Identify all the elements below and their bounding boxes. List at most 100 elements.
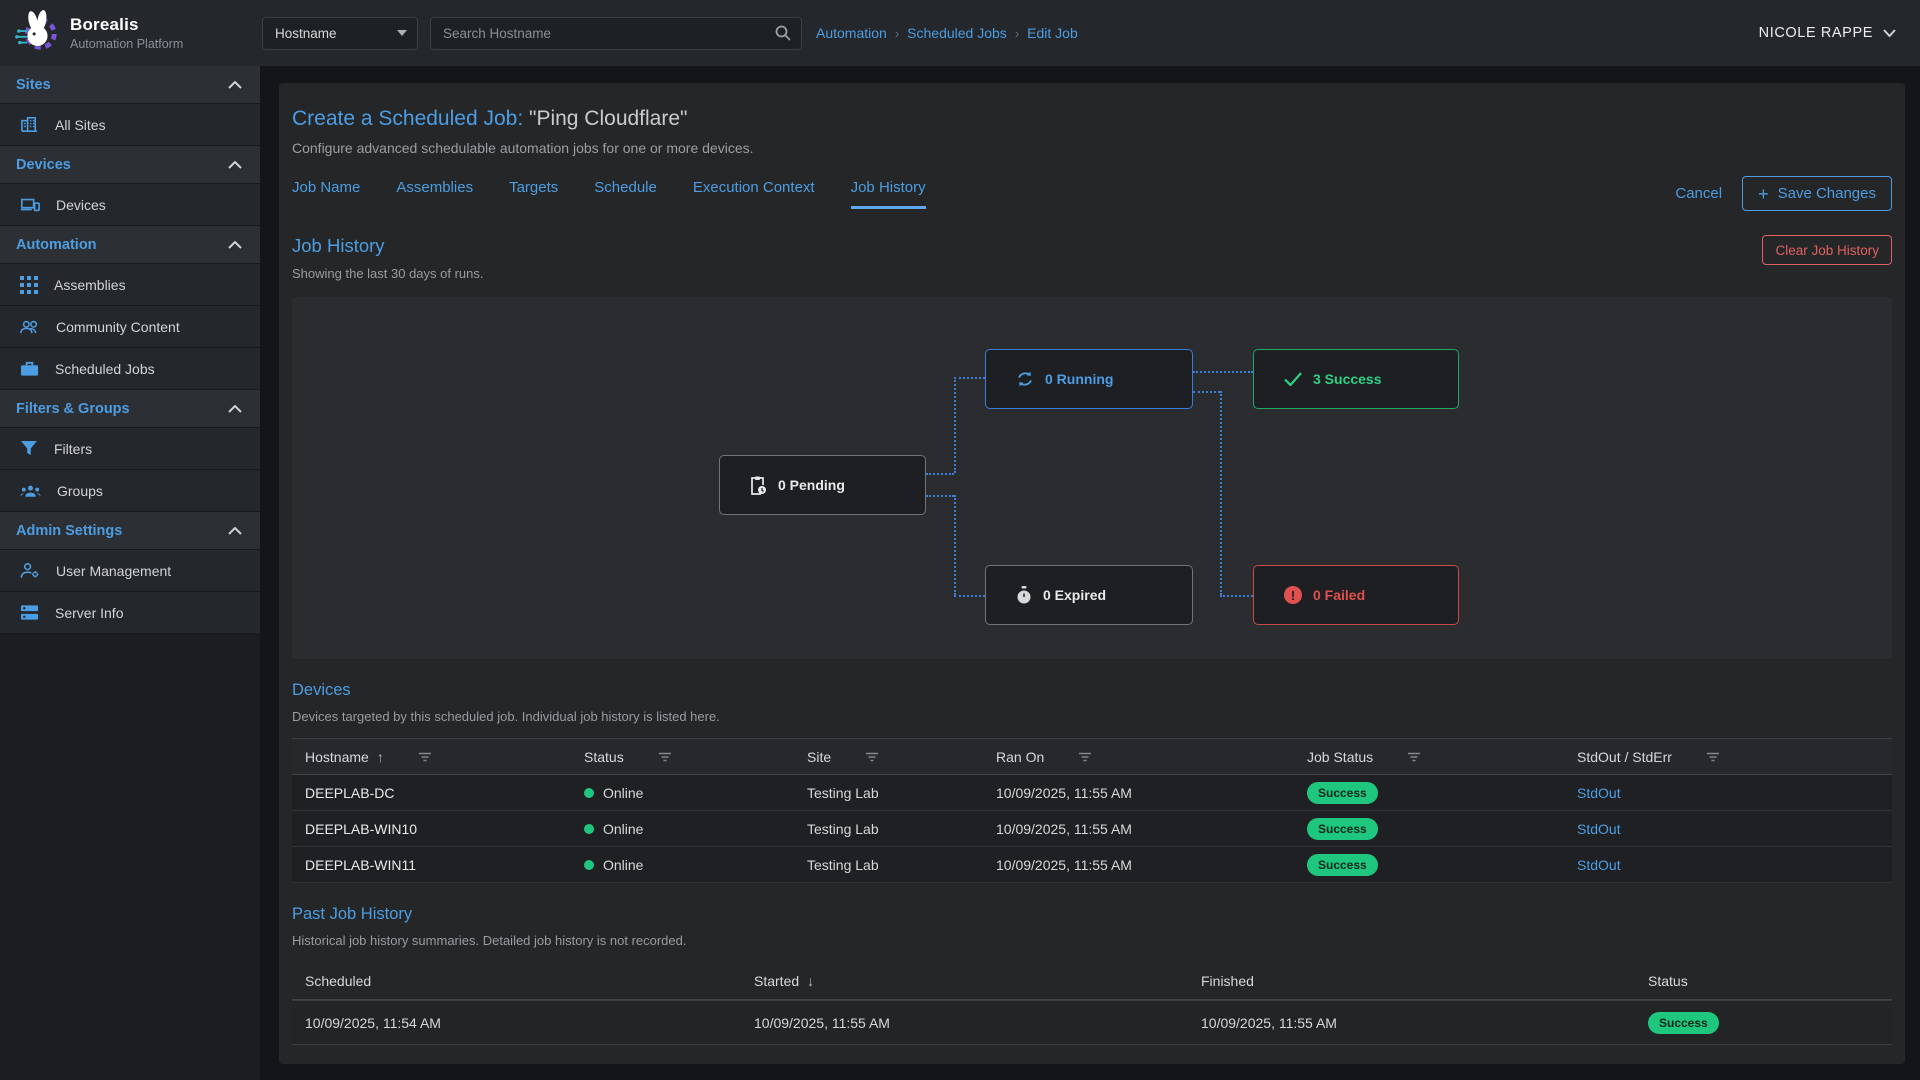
column-header-finished[interactable]: Finished (1201, 973, 1648, 989)
column-header-status[interactable]: Status (584, 749, 807, 765)
tab-execution-context[interactable]: Execution Context (693, 179, 815, 209)
column-label: StdOut / StdErr (1577, 749, 1672, 765)
pending-count-label: 0 Pending (778, 477, 845, 493)
sidebar-item-label: Devices (56, 197, 106, 213)
stdout-link[interactable]: StdOut (1577, 821, 1621, 837)
cancel-button[interactable]: Cancel (1675, 185, 1722, 202)
devices-subtitle: Devices targeted by this scheduled job. … (292, 709, 1892, 724)
logo-area: Borealis Automation Platform (0, 0, 260, 66)
job-status-cell: Success (1307, 854, 1577, 876)
hostname-select[interactable]: Hostname (262, 17, 418, 50)
page-title-prefix: Create a Scheduled Job: (292, 107, 523, 130)
brand-tagline: Automation Platform (70, 37, 183, 51)
expired-count-label: 0 Expired (1043, 587, 1106, 603)
sidebar-item-assemblies[interactable]: Assemblies (0, 264, 260, 306)
table-row: DEEPLAB-WIN10 Online Testing Lab 10/09/2… (292, 811, 1892, 847)
sidebar-item-devices[interactable]: Devices (0, 184, 260, 226)
user-gear-icon (20, 562, 40, 579)
devices-table: Hostname ↑ Status Site (292, 738, 1892, 883)
column-header-hostname[interactable]: Hostname ↑ (305, 749, 584, 765)
column-header-started[interactable]: Started↓ (754, 973, 1201, 989)
breadcrumb-edit-job[interactable]: Edit Job (1027, 25, 1078, 41)
search-icon[interactable] (775, 25, 791, 41)
tab-job-name[interactable]: Job Name (292, 179, 360, 209)
job-history-heading-block: Job History Showing the last 30 days of … (292, 235, 484, 281)
connector (1220, 595, 1253, 597)
breadcrumb-automation[interactable]: Automation (816, 25, 887, 41)
chevron-up-icon (228, 241, 242, 249)
breadcrumb: Automation › Scheduled Jobs › Edit Job (816, 25, 1078, 41)
chevron-up-icon (228, 81, 242, 89)
sidebar-section-admin-settings[interactable]: Admin Settings (0, 512, 260, 550)
clear-job-history-button[interactable]: Clear Job History (1762, 235, 1892, 265)
site-cell: Testing Lab (807, 821, 996, 837)
stdout-cell: StdOut (1577, 857, 1892, 873)
status-cell: Online (584, 785, 807, 801)
sort-asc-icon: ↑ (377, 749, 384, 765)
stdout-link[interactable]: StdOut (1577, 857, 1621, 873)
connector (926, 495, 954, 497)
connector (954, 377, 956, 473)
filter-icon[interactable] (1706, 752, 1720, 762)
filter-icon[interactable] (658, 752, 672, 762)
tabs-row: Job Name Assemblies Targets Schedule Exe… (292, 176, 1892, 211)
table-row: DEEPLAB-DC Online Testing Lab 10/09/2025… (292, 775, 1892, 811)
sidebar-item-server-info[interactable]: Server Info (0, 592, 260, 634)
tab-assemblies[interactable]: Assemblies (396, 179, 473, 209)
sidebar-section-devices[interactable]: Devices (0, 146, 260, 184)
column-header-stdout-stderr[interactable]: StdOut / StdErr (1577, 749, 1892, 765)
column-header-site[interactable]: Site (807, 749, 996, 765)
sidebar-item-user-management[interactable]: User Management (0, 550, 260, 592)
column-header-status[interactable]: Status (1648, 973, 1892, 989)
people-icon (20, 319, 40, 335)
sidebar-item-all-sites[interactable]: All Sites (0, 104, 260, 146)
job-history-subtitle: Showing the last 30 days of runs. (292, 266, 484, 281)
started-cell: 10/09/2025, 11:55 AM (754, 1015, 1201, 1031)
user-menu[interactable]: NICOLE RAPPE (1759, 25, 1896, 41)
connector (954, 495, 956, 595)
stdout-link[interactable]: StdOut (1577, 785, 1621, 801)
site-cell: Testing Lab (807, 785, 996, 801)
sidebar-item-community-content[interactable]: Community Content (0, 306, 260, 348)
status-cell: Online (584, 821, 807, 837)
ran-on-cell: 10/09/2025, 11:55 AM (996, 857, 1307, 873)
filter-icon[interactable] (1078, 752, 1092, 762)
sidebar-item-scheduled-jobs[interactable]: Scheduled Jobs (0, 348, 260, 390)
failed-count-label: 0 Failed (1313, 587, 1365, 603)
chevron-up-icon (228, 527, 242, 535)
status-badge: Success (1648, 1012, 1719, 1034)
filter-icon[interactable] (1407, 752, 1421, 762)
column-header-job-status[interactable]: Job Status (1307, 749, 1577, 765)
filter-icon[interactable] (865, 752, 879, 762)
sidebar-section-automation[interactable]: Automation (0, 226, 260, 264)
status-label: Online (603, 821, 643, 837)
tab-targets[interactable]: Targets (509, 179, 558, 209)
sidebar-item-filters[interactable]: Filters (0, 428, 260, 470)
tab-job-history[interactable]: Job History (851, 179, 926, 209)
sidebar-item-label: Community Content (56, 319, 180, 335)
groups-icon (20, 484, 41, 498)
sidebar-item-groups[interactable]: Groups (0, 470, 260, 512)
ran-on-cell: 10/09/2025, 11:55 AM (996, 821, 1307, 837)
table-row: 10/09/2025, 11:54 AM 10/09/2025, 11:55 A… (292, 1000, 1892, 1045)
save-changes-button[interactable]: + Save Changes (1742, 176, 1892, 211)
job-status-cell: Success (1307, 782, 1577, 804)
scheduled-cell: 10/09/2025, 11:54 AM (305, 1015, 754, 1031)
past-history-subtitle: Historical job history summaries. Detail… (292, 933, 1892, 948)
stdout-cell: StdOut (1577, 821, 1892, 837)
filter-icon[interactable] (418, 752, 432, 762)
pending-state-box: 0 Pending (719, 455, 926, 515)
connector (954, 377, 985, 379)
column-label: Status (1648, 973, 1688, 989)
sidebar-section-sites[interactable]: Sites (0, 66, 260, 104)
column-header-ran-on[interactable]: Ran On (996, 749, 1307, 765)
column-header-scheduled[interactable]: Scheduled (305, 973, 754, 989)
breadcrumb-scheduled-jobs[interactable]: Scheduled Jobs (907, 25, 1007, 41)
sidebar-item-label: Server Info (55, 605, 123, 621)
tab-schedule[interactable]: Schedule (594, 179, 657, 209)
clipboard-clock-icon (750, 476, 767, 495)
sidebar-section-filters-groups[interactable]: Filters & Groups (0, 390, 260, 428)
main-area: Hostname Automation › Scheduled Jobs › E… (260, 0, 1920, 1080)
status-cell: Online (584, 857, 807, 873)
search-input[interactable] (443, 26, 775, 41)
